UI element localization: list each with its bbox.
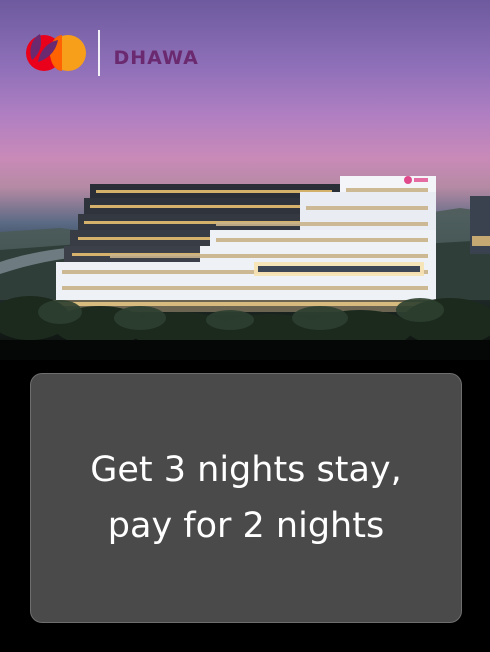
hotel-brand-name: DHAWA (113, 47, 199, 69)
brand-logos: DHAWA (26, 30, 199, 76)
dhawa-logo: DHAWA (30, 34, 199, 69)
offer-line-2: pay for 2 nights (107, 506, 385, 546)
dhawa-leaf-icon (30, 34, 58, 62)
offer-line-1: Get 3 nights stay, (90, 450, 402, 490)
hero-photo: DHAWA (0, 0, 490, 360)
logo-divider (98, 30, 100, 76)
offer-card[interactable]: Get 3 nights stay, pay for 2 nights (30, 373, 462, 623)
offer-headline: Get 3 nights stay, pay for 2 nights (31, 442, 461, 554)
